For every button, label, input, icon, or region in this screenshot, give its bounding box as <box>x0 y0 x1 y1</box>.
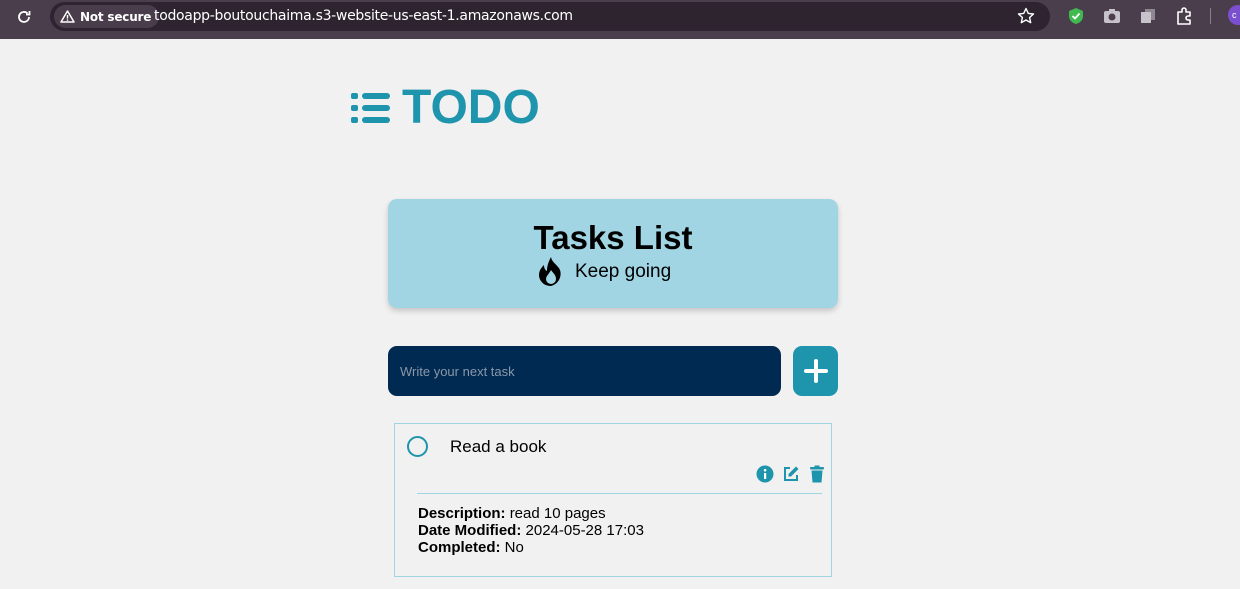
shield-extension-icon[interactable] <box>1066 6 1086 26</box>
edit-icon[interactable] <box>782 465 800 483</box>
description-value: read 10 pages <box>509 505 606 522</box>
list-icon <box>351 92 390 123</box>
copy-extension-icon[interactable] <box>1138 6 1158 26</box>
trash-icon[interactable] <box>808 465 826 483</box>
plus-icon <box>803 359 828 383</box>
task-actions <box>756 465 826 483</box>
bookmark-star-icon[interactable] <box>1016 6 1036 26</box>
completed-label: Completed: <box>418 539 501 556</box>
task-complete-toggle[interactable] <box>407 436 428 457</box>
task-date-row: Date Modified: 2024-05-28 17:03 <box>418 522 644 539</box>
browser-toolbar: Not secure todoapp-boutouchaima.s3-websi… <box>0 0 1240 39</box>
address-bar[interactable]: Not secure todoapp-boutouchaima.s3-websi… <box>50 2 1050 31</box>
date-label: Date Modified: <box>418 522 522 539</box>
task-item: Read a book Description: read 10 pages D… <box>394 423 832 577</box>
task-completed-row: Completed: No <box>418 539 644 556</box>
info-icon[interactable] <box>756 465 774 483</box>
camera-extension-icon[interactable] <box>1102 6 1122 26</box>
description-label: Description: <box>418 505 506 522</box>
url-text[interactable]: todoapp-boutouchaima.s3-website-us-east-… <box>154 8 573 24</box>
security-label: Not secure <box>80 9 152 24</box>
date-value: 2024-05-28 17:03 <box>525 522 644 539</box>
task-title: Read a book <box>450 437 547 456</box>
banner-title: Tasks List <box>533 219 693 256</box>
new-task-input[interactable] <box>388 346 781 396</box>
fire-icon <box>539 257 561 286</box>
logo-text: TODO <box>402 81 540 134</box>
task-description-row: Description: read 10 pages <box>418 505 644 522</box>
add-task-button[interactable] <box>793 346 838 396</box>
banner-subtitle: Keep going <box>536 256 671 288</box>
security-chip[interactable]: Not secure <box>54 5 160 28</box>
profile-avatar[interactable]: c <box>1228 5 1240 25</box>
toolbar-divider <box>1210 8 1211 24</box>
completed-value: No <box>504 539 524 556</box>
banner-subtitle-text: Keep going <box>575 261 672 282</box>
task-divider <box>417 493 822 494</box>
puzzle-extensions-icon[interactable] <box>1174 6 1194 26</box>
reload-icon[interactable] <box>14 7 34 27</box>
profile-initial: c <box>1232 10 1237 20</box>
warning-icon <box>60 10 75 23</box>
app-logo: TODO <box>350 80 540 135</box>
task-details: Description: read 10 pages Date Modified… <box>418 505 644 556</box>
tasks-banner: Tasks List Keep going <box>388 199 838 308</box>
